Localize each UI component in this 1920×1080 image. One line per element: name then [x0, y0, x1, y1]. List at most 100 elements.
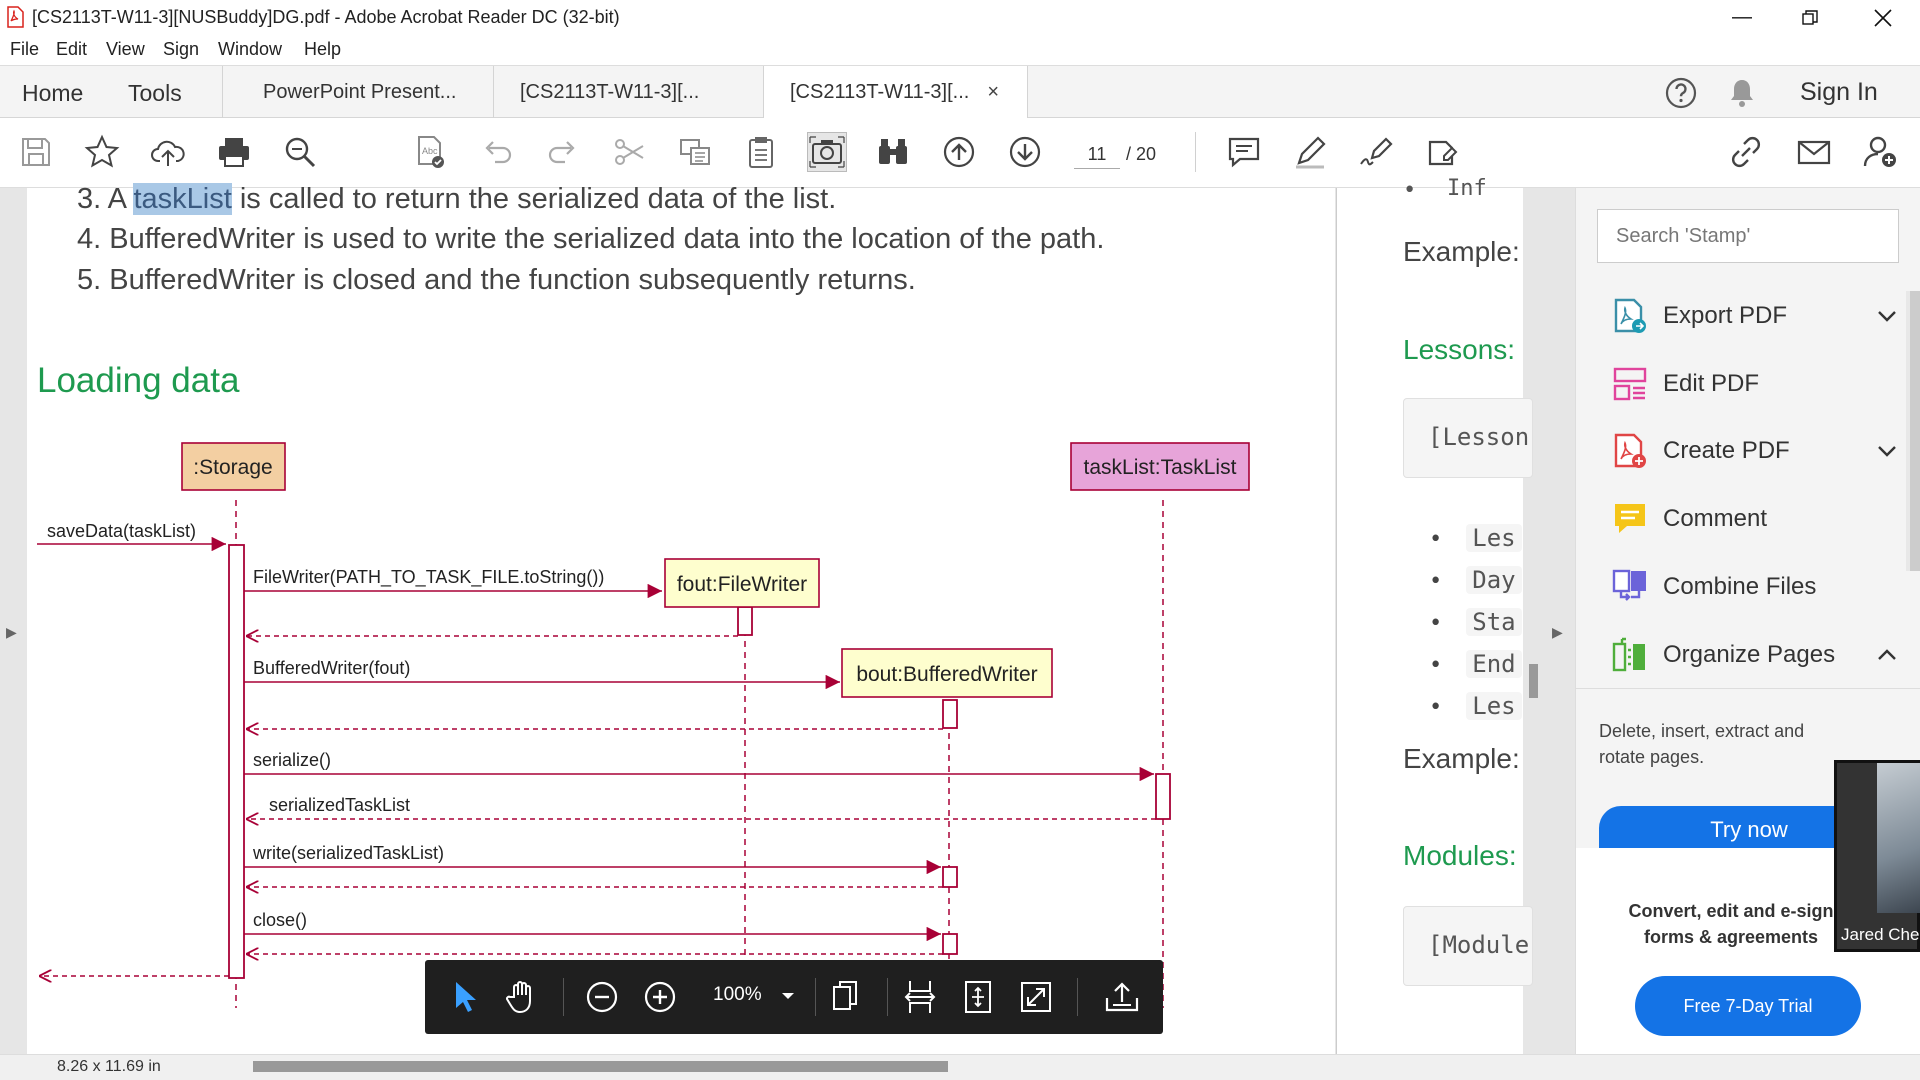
participant-storage-label: :Storage: [193, 456, 272, 479]
hand-tool-button[interactable]: [502, 977, 542, 1017]
chevron-down-icon[interactable]: [1877, 444, 1897, 458]
home-tab[interactable]: Home: [22, 80, 83, 107]
spellcheck-button[interactable]: Abc: [410, 132, 450, 172]
menu-help[interactable]: Help: [304, 39, 341, 60]
cut-button[interactable]: [609, 132, 649, 172]
example-label-1: Example:: [1403, 236, 1520, 267]
tab-divider: [222, 66, 223, 118]
horizontal-scrollbar-thumb[interactable]: [253, 1061, 948, 1072]
video-call-thumbnail[interactable]: Jared Che: [1834, 760, 1920, 952]
read-mode-button[interactable]: [873, 132, 913, 172]
notifications-bell-icon[interactable]: [1726, 76, 1758, 110]
next-page-button[interactable]: [1005, 132, 1045, 172]
left-panel-toggle-icon[interactable]: ▶: [6, 624, 17, 641]
chevron-down-icon[interactable]: [781, 991, 795, 1001]
tab-close-button[interactable]: ×: [987, 81, 999, 104]
save-button[interactable]: [16, 132, 56, 172]
list-item: • Les: [1429, 686, 1522, 728]
tool-organize-pages[interactable]: Organize Pages: [1611, 630, 1911, 680]
find-button[interactable]: [280, 132, 320, 172]
tool-comment[interactable]: Comment: [1611, 494, 1911, 544]
menu-sign[interactable]: Sign: [163, 39, 199, 60]
zoom-level-select[interactable]: 100%: [713, 984, 762, 1006]
chevron-up-icon[interactable]: [1877, 648, 1897, 662]
envelope-icon: [1797, 140, 1831, 165]
vertical-scrollbar-thumb[interactable]: [1529, 664, 1538, 698]
floatbar-separator: [563, 978, 564, 1016]
fill-sign-button[interactable]: [1422, 132, 1462, 172]
tool-create-pdf[interactable]: Create PDF: [1611, 426, 1911, 476]
tool-combine-files[interactable]: Combine Files: [1611, 562, 1911, 612]
tool-export-pdf[interactable]: Export PDF: [1611, 291, 1911, 341]
doc-tab-label: [CS2113T-W11-3][...: [790, 80, 970, 103]
fit-width-button[interactable]: [900, 977, 940, 1017]
binoculars-icon: [879, 139, 907, 164]
prev-page-button[interactable]: [939, 132, 979, 172]
chevron-down-icon[interactable]: [1877, 309, 1897, 323]
full-screen-button[interactable]: [1016, 977, 1056, 1017]
tool-edit-pdf[interactable]: Edit PDF: [1611, 359, 1911, 409]
fit-page-button[interactable]: [958, 977, 998, 1017]
list-item: • Day: [1429, 560, 1522, 602]
cursor-arrow-icon: [456, 982, 476, 1012]
highlight-tool-button[interactable]: [1290, 132, 1330, 172]
minimize-button[interactable]: —: [1712, 0, 1772, 35]
tab-bar: Home Tools PowerPoint Present... [CS2113…: [0, 65, 1920, 119]
restore-button[interactable]: [1780, 0, 1840, 35]
email-button[interactable]: [1794, 132, 1834, 172]
msg-write: write(serializedTaskList): [252, 843, 444, 863]
tools-tab[interactable]: Tools: [128, 80, 182, 107]
print-button[interactable]: [214, 132, 254, 172]
menu-edit[interactable]: Edit: [56, 39, 87, 60]
menu-window[interactable]: Window: [218, 39, 282, 60]
free-trial-button[interactable]: Free 7-Day Trial: [1635, 976, 1861, 1036]
share-export-button[interactable]: [1102, 977, 1142, 1017]
share-link-button[interactable]: [1726, 132, 1766, 172]
status-bar: 8.26 x 11.69 in: [0, 1054, 1920, 1080]
zoom-out-button[interactable]: [582, 977, 622, 1017]
stamp-search-input[interactable]: Search 'Stamp': [1597, 209, 1899, 263]
sign-in-link[interactable]: Sign In: [1800, 78, 1878, 107]
sign-tool-button[interactable]: [1356, 132, 1396, 172]
right-panel-toggle-icon[interactable]: ▶: [1552, 624, 1563, 641]
participant-tasklist-label: taskList:TaskList: [1084, 456, 1237, 479]
sequence-diagram: :Storage taskList:TaskList fout:FileWrit…: [37, 442, 1250, 1008]
help-icon[interactable]: [1664, 76, 1698, 110]
pages-icon: [833, 981, 857, 1010]
page-display-button[interactable]: [826, 977, 866, 1017]
menu-view[interactable]: View: [106, 39, 145, 60]
redo-button[interactable]: [543, 132, 583, 172]
pdf-file-icon: [7, 6, 24, 28]
snapshot-button[interactable]: [807, 132, 847, 172]
organize-description: Delete, insert, extract and rotate pages…: [1599, 721, 1805, 767]
paste-button[interactable]: [741, 132, 781, 172]
comment-tool-button[interactable]: [1224, 132, 1264, 172]
copy-button[interactable]: [675, 132, 715, 172]
upload-cloud-button[interactable]: [148, 132, 188, 172]
add-user-button[interactable]: [1860, 132, 1900, 172]
bookmark-button[interactable]: [82, 132, 122, 172]
participant-bufferedwriter-label: bout:BufferedWriter: [856, 663, 1037, 686]
doc-tab-1[interactable]: PowerPoint Present...: [237, 66, 494, 118]
participant-filewriter-label: fout:FileWriter: [677, 573, 807, 596]
select-tool-button[interactable]: [445, 977, 485, 1017]
lesson-bullet-list: • Les • Day • Sta • End • Les: [1429, 518, 1522, 728]
undo-button[interactable]: [477, 132, 517, 172]
page-number-input[interactable]: 11: [1074, 139, 1120, 169]
panel-scrollbar-thumb[interactable]: [1910, 291, 1920, 571]
doc-tab-2[interactable]: [CS2113T-W11-3][...: [494, 66, 764, 118]
pen-icon: [1296, 136, 1326, 169]
page-total: / 20: [1126, 144, 1157, 164]
star-icon: [84, 134, 120, 168]
lessons-heading: Lessons:: [1403, 334, 1516, 365]
tool-label: Create PDF: [1663, 437, 1790, 464]
printer-icon: [219, 138, 249, 167]
create-pdf-icon: [1614, 433, 1646, 468]
doc-tab-3[interactable]: [CS2113T-W11-3][... ×: [764, 66, 1028, 119]
combine-files-icon: [1612, 569, 1646, 601]
close-window-button[interactable]: [1853, 0, 1913, 35]
menu-bar: File Edit View Sign Window Help: [0, 35, 1920, 65]
menu-file[interactable]: File: [10, 39, 39, 60]
zoom-in-button[interactable]: [640, 977, 680, 1017]
list-item: • End: [1429, 644, 1522, 686]
